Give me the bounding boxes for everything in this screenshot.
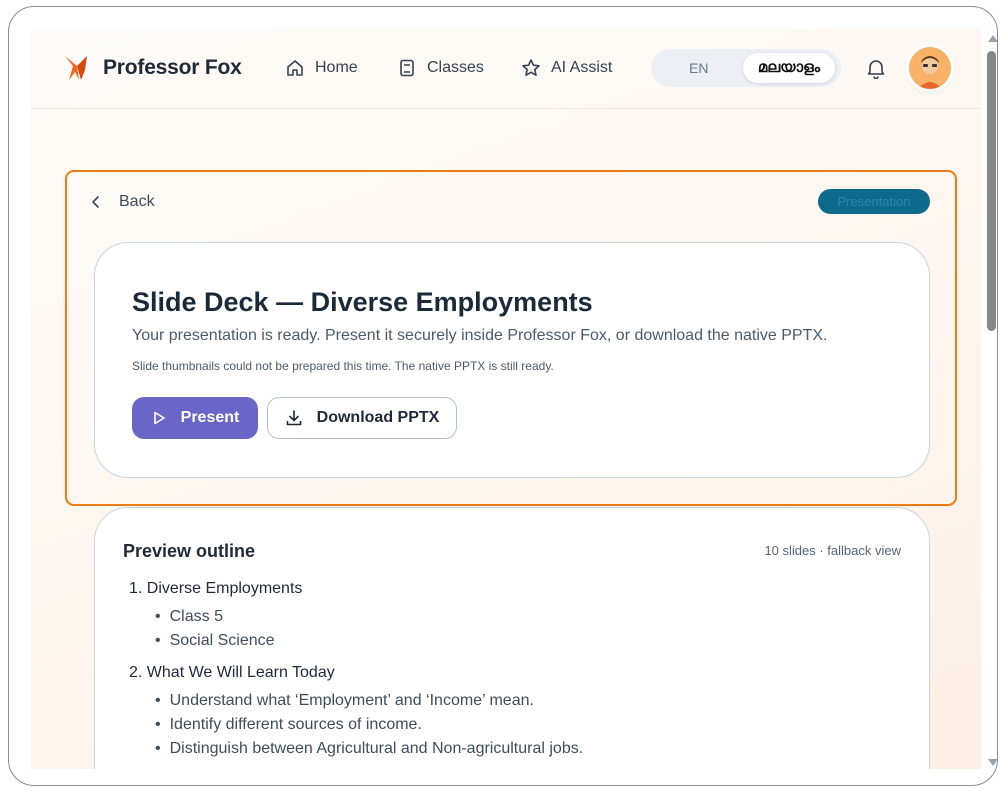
- app-viewport: Professor Fox Home Classes AI Assist EN …: [31, 29, 981, 769]
- nav-ai-assist[interactable]: AI Assist: [521, 58, 612, 78]
- thumbnail-notice: Slide thumbnails could not be prepared t…: [132, 359, 554, 373]
- outline-meta: 10 slides · fallback view: [764, 543, 901, 558]
- brand[interactable]: Professor Fox: [63, 54, 242, 82]
- outline-bullet: Social Science: [155, 632, 275, 650]
- outline-bullet: Identify different sources of income.: [155, 716, 422, 734]
- present-button[interactable]: Present: [132, 397, 258, 439]
- lang-en-option[interactable]: EN: [689, 60, 708, 76]
- book-icon: [400, 59, 414, 77]
- home-icon: [287, 60, 303, 76]
- present-label: Present: [180, 409, 240, 426]
- download-pptx-button[interactable]: Download PPTX: [267, 397, 457, 439]
- scroll-down-arrow-icon[interactable]: [988, 759, 997, 766]
- chevron-left-icon: [92, 196, 99, 208]
- user-avatar[interactable]: [909, 47, 951, 89]
- back-label: Back: [119, 193, 155, 210]
- nav-home-label: Home: [315, 59, 358, 76]
- bell-icon[interactable]: [865, 57, 887, 79]
- star-icon: [522, 59, 540, 76]
- presentation-tag: Presentation: [818, 189, 930, 214]
- scroll-thumb[interactable]: [987, 51, 996, 331]
- brand-name: Professor Fox: [103, 56, 242, 79]
- avatar-face-icon: [909, 47, 951, 89]
- nav-classes-label: Classes: [427, 59, 484, 76]
- vertical-scrollbar[interactable]: [984, 29, 997, 769]
- outline-bullet: Distinguish between Agricultural and Non…: [155, 740, 584, 758]
- lang-malayalam-option[interactable]: മലയാളം: [743, 53, 835, 83]
- presentation-card: Slide Deck — Diverse Employments Your pr…: [94, 242, 930, 478]
- page-subtitle: Your presentation is ready. Present it s…: [132, 327, 828, 344]
- language-toggle: EN മലയാളം: [651, 49, 841, 87]
- download-icon: [286, 410, 301, 426]
- preview-outline-card: Preview outline 10 slides · fallback vie…: [94, 507, 930, 769]
- nav-home[interactable]: Home: [285, 58, 358, 78]
- app-window: Professor Fox Home Classes AI Assist EN …: [8, 6, 998, 786]
- page-title: Slide Deck — Diverse Employments: [132, 287, 593, 317]
- outline-bullet: Class 5: [155, 608, 223, 626]
- outline-bullet: Understand what ‘Employment’ and ‘Income…: [155, 692, 534, 710]
- scroll-up-arrow-icon[interactable]: [988, 35, 997, 42]
- outline-slide-heading: 2. What We Will Learn Today: [129, 664, 335, 681]
- fox-logo-icon: [65, 56, 87, 80]
- outline-slide-heading: 1. Diverse Employments: [129, 580, 303, 597]
- nav-ai-assist-label: AI Assist: [551, 59, 613, 76]
- download-label: Download PPTX: [316, 409, 440, 426]
- outline-title: Preview outline: [123, 541, 256, 561]
- nav-classes[interactable]: Classes: [397, 58, 484, 78]
- back-button[interactable]: Back: [89, 193, 155, 211]
- play-icon: [153, 411, 165, 425]
- top-navbar: Professor Fox Home Classes AI Assist EN …: [31, 29, 981, 109]
